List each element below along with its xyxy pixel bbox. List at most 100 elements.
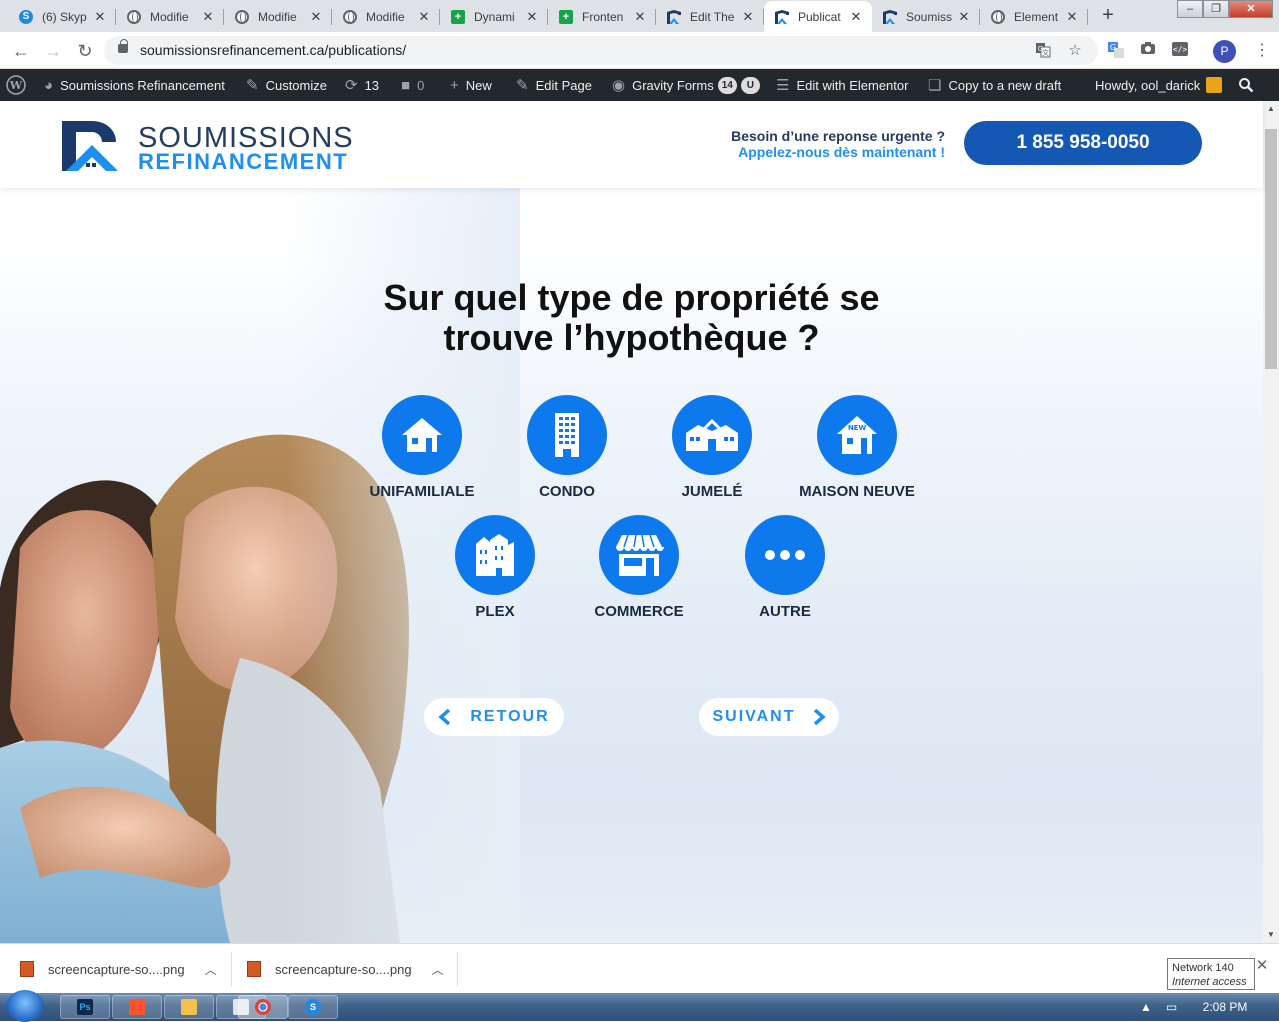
building-icon[interactable] <box>527 395 607 475</box>
sheets-icon: + <box>450 9 466 25</box>
plex-icon[interactable] <box>455 515 535 595</box>
close-tab-icon[interactable]: ✕ <box>740 9 756 25</box>
site-logo[interactable]: SOUMISSIONS REFINANCEMENT <box>62 119 353 175</box>
taskbar-brave[interactable] <box>112 995 162 1019</box>
close-tab-icon[interactable]: ✕ <box>1064 9 1080 25</box>
lock-icon[interactable] <box>118 39 128 53</box>
reload-icon[interactable]: ↻ <box>72 38 98 64</box>
admin-new[interactable]: + New <box>450 69 492 101</box>
browser-tab[interactable]: Modifie ✕ <box>116 1 224 32</box>
browser-tab[interactable]: Modifie ✕ <box>332 1 440 32</box>
chevron-up-icon[interactable]: ︿ <box>205 961 217 978</box>
house-icon[interactable] <box>382 395 462 475</box>
taskbar-explorer[interactable] <box>164 995 214 1019</box>
browser-tab[interactable]: Soumiss ✕ <box>872 1 980 32</box>
svg-text:G: G <box>1110 43 1116 52</box>
option-condo[interactable]: CONDO <box>492 395 642 500</box>
more-dots-icon[interactable] <box>745 515 825 595</box>
admin-site-name[interactable]: ◕ Soumissions Refinancement <box>44 69 225 101</box>
browser-tab[interactable]: Modifie ✕ <box>224 1 332 32</box>
close-tab-icon[interactable]: ✕ <box>200 9 216 25</box>
chevron-up-icon[interactable]: ︿ <box>432 961 444 978</box>
option-commerce[interactable]: COMMERCE <box>564 515 714 620</box>
close-tab-icon[interactable]: ✕ <box>92 9 108 25</box>
option-plex[interactable]: PLEX <box>420 515 570 620</box>
close-tab-icon[interactable]: ✕ <box>416 9 432 25</box>
admin-comments[interactable]: ■ 0 <box>401 69 424 101</box>
admin-search-icon[interactable] <box>1238 69 1254 101</box>
admin-copy-draft[interactable]: ❏ Copy to a new draft <box>928 69 1061 101</box>
scroll-up-icon[interactable]: ▲ <box>1263 101 1279 117</box>
new-house-icon[interactable]: NEW <box>817 395 897 475</box>
next-button[interactable]: SUIVANT <box>699 698 839 736</box>
admin-edit-page[interactable]: ✎ Edit Page <box>516 69 592 101</box>
profile-avatar[interactable]: P <box>1213 40 1236 63</box>
semi-detached-icon[interactable] <box>672 395 752 475</box>
download-item[interactable]: screencapture-so....png ︿ <box>247 944 444 994</box>
browser-tab[interactable]: + Dynami ✕ <box>440 1 548 32</box>
folder-icon <box>181 999 197 1015</box>
close-tab-icon[interactable]: ✕ <box>956 9 972 25</box>
close-tab-icon[interactable]: ✕ <box>848 9 864 25</box>
start-button[interactable] <box>6 990 44 1022</box>
back-button[interactable]: RETOUR <box>424 698 564 736</box>
logo-mark-icon <box>62 121 118 171</box>
admin-gravity-forms[interactable]: ◉ Gravity Forms 14 U <box>612 69 760 101</box>
site-logo-icon <box>666 9 682 25</box>
browser-tab-active[interactable]: Publicat ✕ <box>764 1 872 32</box>
logo-word-refinancement: REFINANCEMENT <box>138 149 349 174</box>
admin-updates[interactable]: ⟳ 13 <box>345 69 379 101</box>
tray-expand-icon[interactable]: ▲ <box>1140 1000 1152 1014</box>
close-tab-icon[interactable]: ✕ <box>632 9 648 25</box>
storefront-icon[interactable] <box>599 515 679 595</box>
close-window-icon[interactable]: ✕ <box>1229 0 1273 18</box>
browser-menu-icon[interactable]: ⋮ <box>1254 40 1270 62</box>
taskbar-skype[interactable]: S <box>288 995 338 1019</box>
bookmark-star-icon[interactable]: ☆ <box>1066 42 1084 60</box>
svg-text:W: W <box>9 79 23 92</box>
admin-account[interactable]: Howdy, ool_darick <box>1095 69 1223 101</box>
address-bar[interactable]: soumissionsrefinancement.ca/publications… <box>104 36 1098 65</box>
close-tab-icon[interactable]: ✕ <box>524 9 540 25</box>
phone-button[interactable]: 1 855 958-0050 <box>964 121 1202 165</box>
wordpress-logo-icon[interactable]: W <box>6 69 26 101</box>
forward-arrow-icon[interactable]: → <box>40 38 66 64</box>
image-file-icon <box>20 961 34 977</box>
restore-icon[interactable]: ❐ <box>1203 0 1229 18</box>
admin-customize[interactable]: ✎ Customize <box>246 69 327 101</box>
code-extension-icon[interactable]: </> <box>1170 41 1190 61</box>
browser-tab[interactable]: Element ✕ <box>980 1 1088 32</box>
minimize-icon[interactable]: – <box>1177 0 1203 18</box>
download-item[interactable]: screencapture-so....png ︿ <box>20 944 217 994</box>
back-arrow-icon[interactable]: ← <box>8 38 34 64</box>
browser-tab[interactable]: Edit The ✕ <box>656 1 764 32</box>
taskbar-chrome[interactable] <box>238 995 288 1019</box>
svg-text:</>: </> <box>1173 45 1188 54</box>
taskbar-clock[interactable]: 2:08 PM <box>1195 1000 1255 1014</box>
taskbar-photoshop[interactable]: Ps <box>60 995 110 1019</box>
option-jumele[interactable]: JUMELÉ <box>637 395 787 500</box>
scroll-down-icon[interactable]: ▼ <box>1263 927 1279 943</box>
translate-extension-icon[interactable]: G <box>1106 41 1126 61</box>
scroll-thumb[interactable] <box>1265 129 1277 369</box>
close-downloads-icon[interactable]: ✕ <box>1255 958 1269 974</box>
elementor-icon: ☰ <box>776 77 790 94</box>
option-unifamiliale[interactable]: UNIFAMILIALE <box>347 395 497 500</box>
browser-tab[interactable]: + Fronten ✕ <box>548 1 656 32</box>
network-icon[interactable]: ▭ <box>1166 1000 1177 1014</box>
page-scrollbar[interactable]: ▲ ▼ <box>1263 101 1279 943</box>
chevron-right-icon <box>813 709 826 725</box>
translate-icon[interactable]: 文G <box>1034 42 1052 60</box>
option-maison-neuve[interactable]: NEW MAISON NEUVE <box>782 395 932 500</box>
close-tab-icon[interactable]: ✕ <box>308 9 324 25</box>
camera-icon[interactable] <box>1138 41 1158 61</box>
admin-elementor[interactable]: ☰ Edit with Elementor <box>776 69 908 101</box>
browser-toolbar: ← → ↻ soumissionsrefinancement.ca/public… <box>0 32 1279 69</box>
url-text[interactable]: soumissionsrefinancement.ca/publications… <box>140 42 406 58</box>
gravity-forms-icon: ◉ <box>612 77 626 94</box>
site-header: SOUMISSIONS REFINANCEMENT Besoin d’une r… <box>0 101 1263 188</box>
browser-tab[interactable]: S (6) Skyp ✕ <box>8 1 116 32</box>
hero-question-line1: Sur quel type de propriété se <box>383 277 880 318</box>
option-autre[interactable]: AUTRE <box>710 515 860 620</box>
new-tab-button[interactable]: + <box>1096 5 1120 27</box>
